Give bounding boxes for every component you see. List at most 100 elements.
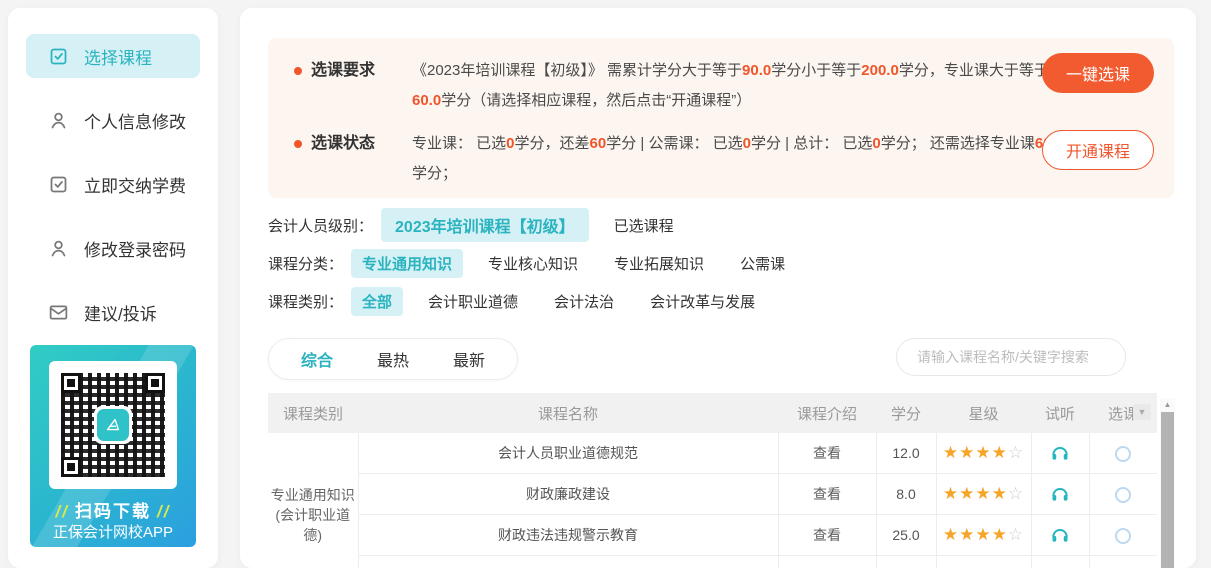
highlight-value: 90.0 xyxy=(742,62,771,79)
credits-cell: 25.0 xyxy=(876,515,936,556)
sort-tabs: 综合最热最新 xyxy=(268,338,518,380)
text-segment: 《2023年培训课程【初级】》 需累计学分大于等于 xyxy=(412,62,742,79)
scroll-up-icon[interactable]: ▲ xyxy=(1160,398,1175,411)
search-box xyxy=(896,338,1126,376)
filter-option-type-reform[interactable]: 会计改革与发展 xyxy=(639,287,766,316)
star-rating-cell: ★★★★☆ xyxy=(936,474,1031,515)
star-rating: ★★★★☆ xyxy=(943,443,1024,462)
filter-option-level-2023-junior[interactable]: 2023年培训课程【初级】 xyxy=(381,208,589,242)
column-header: 课程介绍 xyxy=(778,393,876,433)
sidebar-item-edit-profile[interactable]: 个人信息修改 xyxy=(26,98,200,142)
select-radio[interactable] xyxy=(1115,528,1131,544)
view-link[interactable]: 查看 xyxy=(813,527,841,543)
open-course-button[interactable]: 开通课程 xyxy=(1042,130,1154,170)
text-segment: 学分小于等于 xyxy=(771,62,861,79)
status-row: 选课状态 专业课： 已选0学分，还差60学分 | 公需课： 已选0学分 | 总计… xyxy=(294,129,1174,189)
table-scrollbar[interactable]: ▲ xyxy=(1160,398,1175,568)
star-filled: ★★★★ xyxy=(943,484,1008,503)
status-text: 专业课： 已选0学分，还差60学分 | 公需课： 已选0学分 | 总计： 已选0… xyxy=(412,129,1052,189)
column-header: 课程类别 xyxy=(268,393,358,433)
toolbar: 综合最热最新 xyxy=(268,338,1168,380)
category-cell: 专业通用知识(会计职业道德) xyxy=(268,433,358,568)
star-rating: ★★★★☆ xyxy=(943,525,1024,544)
requirement-label: 选课要求 xyxy=(294,56,412,116)
filter-option-type-all[interactable]: 全部 xyxy=(351,287,403,316)
text-segment: 学分（请选择相应课程，然后点击“开通课程”） xyxy=(441,92,751,109)
filter-option-selected-courses[interactable]: 已选课程 xyxy=(603,211,685,240)
course-selection-notice: 选课要求 《2023年培训课程【初级】》 需累计学分大于等于90.0学分小于等于… xyxy=(268,38,1174,198)
slash-decor: // xyxy=(157,502,170,521)
column-header: 课程名称 xyxy=(358,393,778,433)
column-header: 选课▼ xyxy=(1089,393,1157,433)
filter-label: 课程分类： xyxy=(268,253,343,274)
sidebar-item-change-password[interactable]: 修改登录密码 xyxy=(26,226,200,270)
filter-label: 课程类别： xyxy=(268,291,343,312)
column-header: 试听 xyxy=(1031,393,1089,433)
qr-finder xyxy=(61,457,81,477)
filter-option-type-ethics[interactable]: 会计职业道德 xyxy=(417,287,529,316)
table-row: 财政廉政建设 查看 8.0★★★★☆ xyxy=(268,474,1157,515)
one-click-select-button[interactable]: 一键选课 xyxy=(1042,53,1154,93)
sidebar-item-label: 立即交纳学费 xyxy=(84,172,186,197)
qr-finder xyxy=(61,373,81,393)
sort-tab-hottest[interactable]: 最热 xyxy=(355,347,431,371)
filter-section: 会计人员级别： 2023年培训课程【初级】已选课程课程分类： 专业通用知识专业核心知… xyxy=(268,208,1168,322)
app-logo-icon xyxy=(94,406,132,444)
person-icon xyxy=(48,110,69,131)
audition-cell xyxy=(1031,433,1089,474)
intro-cell: 查看 xyxy=(778,433,876,474)
select-cell xyxy=(1089,433,1157,474)
empty-cell xyxy=(936,556,1031,568)
select-radio[interactable] xyxy=(1115,487,1131,503)
intro-cell: 查看 xyxy=(778,515,876,556)
filter-option-cat-general[interactable]: 专业通用知识 xyxy=(351,249,463,278)
view-link[interactable]: 查看 xyxy=(813,445,841,461)
search-input[interactable] xyxy=(915,348,1100,366)
column-header: 学分 xyxy=(876,393,936,433)
text-segment: 专业课： 已选 xyxy=(412,135,506,152)
envelope-icon xyxy=(48,302,69,323)
filter-option-type-law[interactable]: 会计法治 xyxy=(543,287,625,316)
sort-tab-newest[interactable]: 最新 xyxy=(431,347,507,371)
requirement-text: 《2023年培训课程【初级】》 需累计学分大于等于90.0学分小于等于200.0… xyxy=(412,56,1052,116)
star-rating-cell: ★★★★☆ xyxy=(936,515,1031,556)
filter-row: 会计人员级别： 2023年培训课程【初级】已选课程 xyxy=(268,208,1168,242)
qr-app-label: 正保会计网校APP xyxy=(30,521,196,542)
select-cell xyxy=(1089,515,1157,556)
star-rating-cell: ★★★★☆ xyxy=(936,433,1031,474)
slash-decor: // xyxy=(56,502,69,521)
view-link[interactable]: 查看 xyxy=(813,486,841,502)
headphones-icon[interactable] xyxy=(1050,484,1070,504)
course-table: 课程类别课程名称课程介绍学分星级试听选课▼ 专业通用知识(会计职业道德)会计人员… xyxy=(268,393,1157,568)
checkbox-icon xyxy=(48,174,69,195)
sidebar-item-select-course[interactable]: 选择课程 xyxy=(26,34,200,78)
credits-cell: 12.0 xyxy=(876,433,936,474)
course-name-cell: 财政廉政建设 xyxy=(358,474,778,515)
headphones-icon[interactable] xyxy=(1050,525,1070,545)
headphones-icon[interactable] xyxy=(1050,443,1070,463)
credits-cell: 8.0 xyxy=(876,474,936,515)
filter-option-cat-extend[interactable]: 专业拓展知识 xyxy=(603,249,715,278)
filter-option-cat-core[interactable]: 专业核心知识 xyxy=(477,249,589,278)
filter-option-cat-public[interactable]: 公需课 xyxy=(729,249,796,278)
scrollbar-thumb[interactable] xyxy=(1161,412,1174,568)
app-download-promo: //扫码下载// 正保会计网校APP xyxy=(30,345,196,547)
sidebar-item-pay-tuition[interactable]: 立即交纳学费 xyxy=(26,162,200,206)
chevron-down-icon[interactable]: ▼ xyxy=(1133,404,1151,420)
highlight-value: 60 xyxy=(590,135,607,152)
sidebar-menu: 选择课程个人信息修改立即交纳学费修改登录密码建议/投诉 xyxy=(8,8,218,334)
audition-cell xyxy=(1031,474,1089,515)
empty-cell xyxy=(778,556,876,568)
sidebar-item-label: 选择课程 xyxy=(84,44,152,69)
text-segment: 学分； xyxy=(412,165,457,182)
highlight-value: 0 xyxy=(506,135,514,152)
person-icon xyxy=(48,238,69,259)
filter-row: 课程类别： 全部会计职业道德会计法治会计改革与发展 xyxy=(268,284,1168,318)
filter-label: 会计人员级别： xyxy=(268,215,373,236)
sidebar-item-feedback[interactable]: 建议/投诉 xyxy=(26,290,200,334)
sidebar-item-label: 修改登录密码 xyxy=(84,236,186,261)
status-label: 选课状态 xyxy=(294,129,412,189)
table-header-row: 课程类别课程名称课程介绍学分星级试听选课▼ xyxy=(268,393,1157,433)
sort-tab-comprehensive[interactable]: 综合 xyxy=(279,347,355,371)
select-radio[interactable] xyxy=(1115,446,1131,462)
